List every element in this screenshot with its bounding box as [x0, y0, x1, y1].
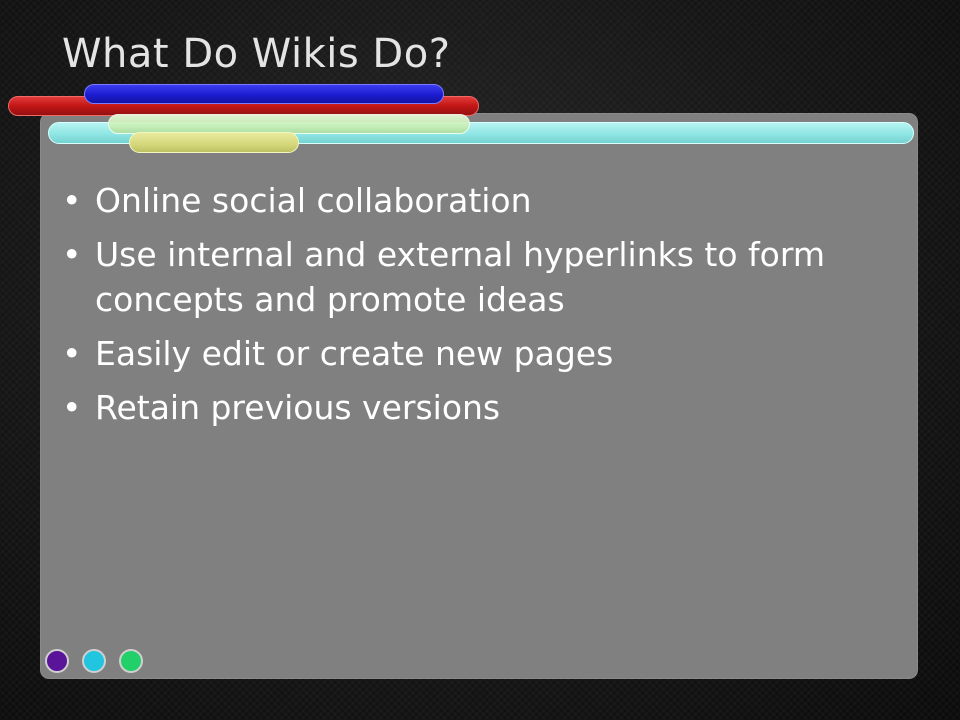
bullet-icon: •	[62, 334, 82, 373]
cyan-circle-icon	[82, 649, 106, 673]
decorative-yellow-bar	[129, 132, 299, 153]
bullet-text: Retain previous versions	[95, 388, 501, 427]
bullet-icon: •	[62, 388, 82, 427]
purple-circle-icon	[45, 649, 69, 673]
slide: What Do Wikis Do? • Online social collab…	[0, 0, 960, 720]
bullet-icon: •	[62, 181, 82, 220]
bullet-list: • Online social collaboration • Use inte…	[62, 178, 892, 439]
bullet-icon: •	[62, 235, 82, 274]
bullet-text: Easily edit or create new pages	[95, 334, 614, 373]
slide-title: What Do Wikis Do?	[62, 31, 451, 77]
bullet-text: Use internal and external hyperlinks to …	[95, 235, 825, 319]
decorative-blue-bar	[84, 84, 444, 104]
bullet-item: • Easily edit or create new pages	[62, 331, 892, 376]
bullet-item: • Retain previous versions	[62, 385, 892, 430]
decorative-pale-green-bar	[108, 114, 470, 134]
bullet-text: Online social collaboration	[95, 181, 532, 220]
bullet-item: • Use internal and external hyperlinks t…	[62, 232, 892, 322]
bullet-item: • Online social collaboration	[62, 178, 892, 223]
green-circle-icon	[119, 649, 143, 673]
